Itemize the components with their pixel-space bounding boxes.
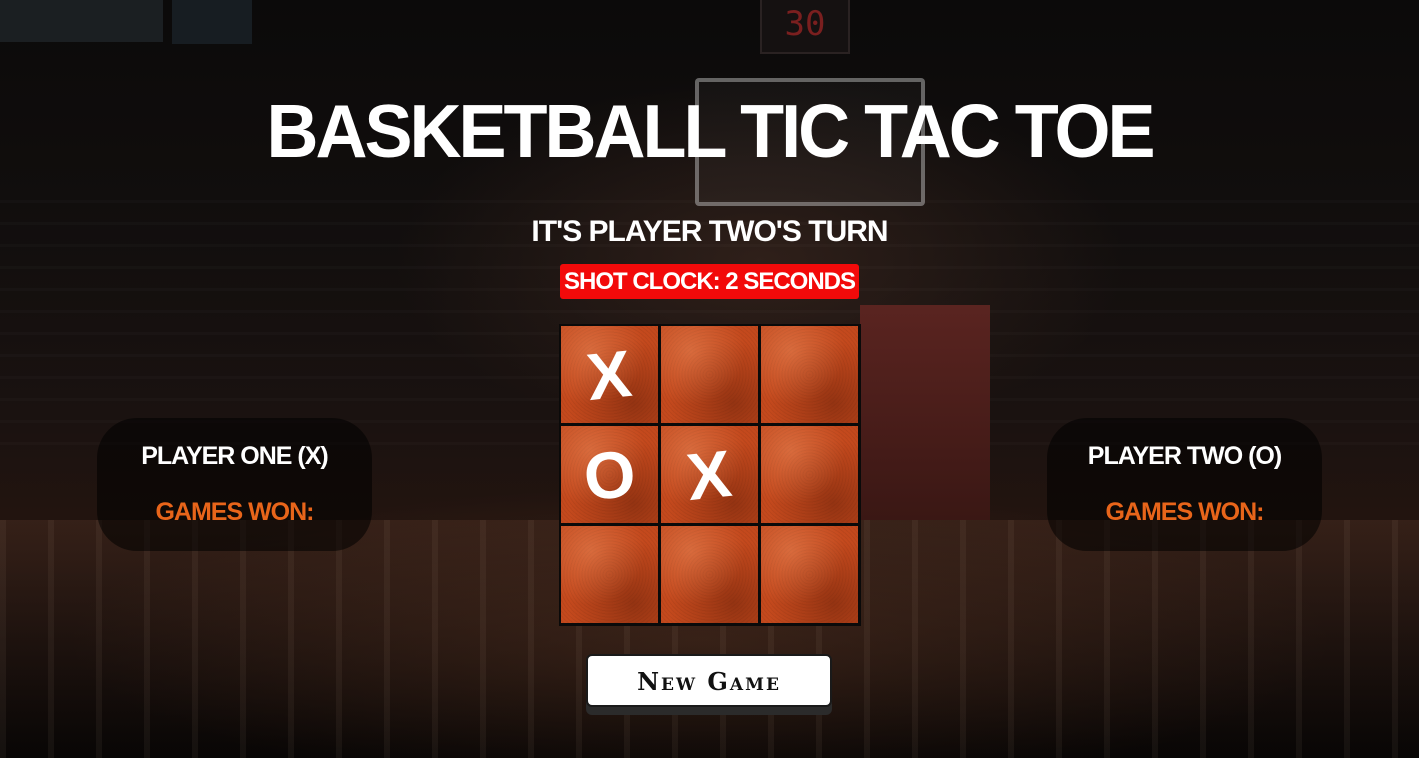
- new-game-button[interactable]: New Game: [586, 654, 832, 707]
- board-cell-2[interactable]: [661, 326, 758, 423]
- board-cell-1[interactable]: X: [561, 326, 658, 423]
- board-cell-7[interactable]: [561, 526, 658, 623]
- arena-sign-background: [172, 0, 252, 44]
- shot-clock-scoreboard-background: 30: [760, 0, 850, 54]
- player-one-card: PLAYER ONE (X) GAMES WON:: [97, 418, 372, 551]
- cell-mark: X: [583, 335, 636, 414]
- cell-mark: X: [683, 435, 736, 514]
- cell-mark: O: [580, 435, 639, 514]
- board-cell-8[interactable]: [661, 526, 758, 623]
- turn-indicator: IT'S PLAYER TWO'S TURN: [531, 215, 888, 248]
- board-cell-5[interactable]: X: [661, 426, 758, 523]
- arena-banner-background: [0, 0, 163, 42]
- player-one-games-won: GAMES WON:: [155, 498, 314, 526]
- game-screen: 30 BASKETBALL TIC TAC TOE IT'S PLAYER TW…: [0, 0, 1419, 758]
- page-title: BASKETBALL TIC TAC TOE: [266, 90, 1156, 174]
- player-two-games-won: GAMES WON:: [1105, 498, 1264, 526]
- board-cell-6[interactable]: [761, 426, 858, 523]
- player-two-name: PLAYER TWO (O): [1087, 442, 1282, 470]
- hoop-stanchion-background: [860, 305, 990, 520]
- board-cell-4[interactable]: O: [561, 426, 658, 523]
- board-cell-3[interactable]: [761, 326, 858, 423]
- player-two-card: PLAYER TWO (O) GAMES WON:: [1047, 418, 1322, 551]
- board-cell-9[interactable]: [761, 526, 858, 623]
- player-one-name: PLAYER ONE (X): [141, 442, 329, 470]
- shot-clock-badge: SHOT CLOCK: 2 SECONDS: [560, 264, 859, 299]
- tic-tac-toe-board: X O X: [559, 324, 861, 626]
